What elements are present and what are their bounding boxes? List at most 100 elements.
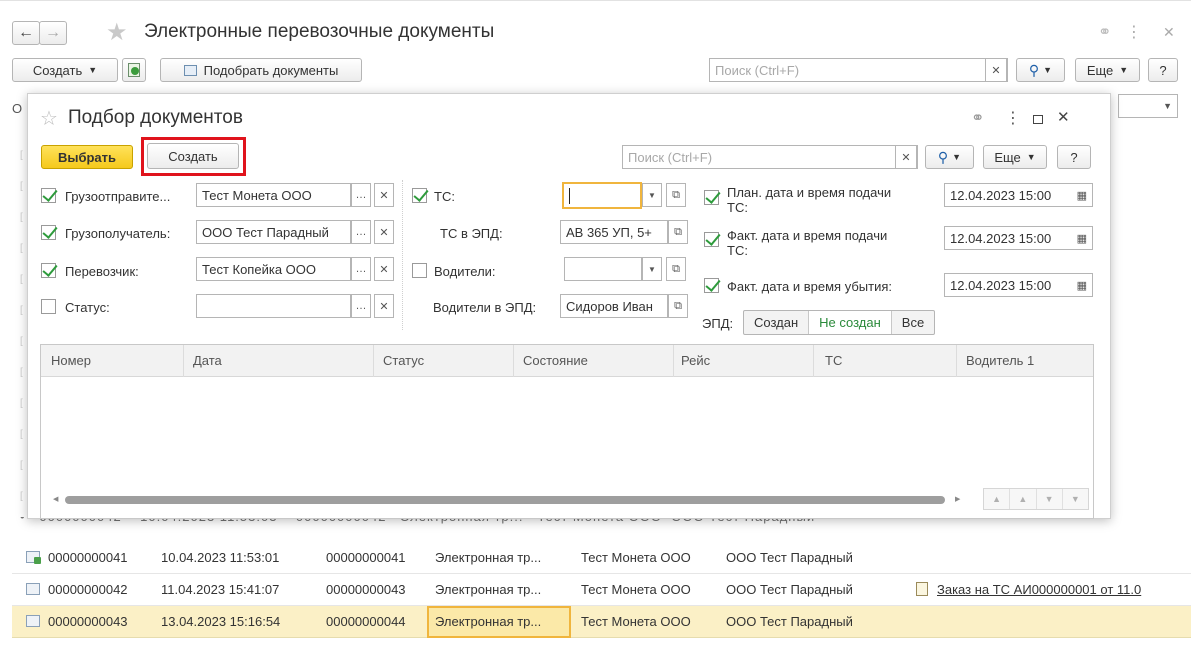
carrier-select-button[interactable]: …: [351, 257, 371, 281]
depart-date-checkbox[interactable]: [704, 278, 719, 293]
nav-down-icon[interactable]: ▼: [1037, 489, 1063, 509]
dialog-search-clear-button[interactable]: ✕: [895, 145, 917, 169]
carrier-checkbox[interactable]: [41, 263, 56, 278]
calendar-icon[interactable]: ▦: [1077, 232, 1087, 245]
shipper-clear-button[interactable]: ✕: [374, 183, 394, 207]
documents-table[interactable]: Номер Дата Статус Состояние Рейс ТС Води…: [40, 344, 1094, 519]
main-help-button[interactable]: ?: [1148, 58, 1178, 82]
depart-date-field[interactable]: 12.04.2023 15:00 ▦: [944, 273, 1093, 297]
epd-option-created[interactable]: Создан: [744, 311, 810, 334]
dialog-help-button[interactable]: ?: [1057, 145, 1091, 169]
shipper-field[interactable]: Тест Монета ООО: [196, 183, 351, 207]
consignee-label: Грузополучатель:: [65, 226, 171, 241]
horizontal-scrollbar-thumb[interactable]: [65, 496, 945, 504]
consignee-select-button[interactable]: …: [351, 220, 371, 244]
open-window-icon: ⧉: [672, 188, 680, 201]
plan-date-checkbox[interactable]: [704, 190, 719, 205]
scroll-left-arrow[interactable]: ◀: [53, 495, 58, 503]
partial-select[interactable]: ▼: [1118, 94, 1178, 118]
consignee-clear-button[interactable]: ✕: [374, 220, 394, 244]
dialog-create-button[interactable]: Создать: [147, 143, 239, 169]
ts-epd-field[interactable]: АВ 365 УП, 5+: [560, 220, 668, 244]
nav-first-icon[interactable]: ▲: [984, 489, 1011, 509]
main-more-button[interactable]: Еще ▼: [1075, 58, 1140, 82]
drivers-epd-field[interactable]: Сидоров Иван: [560, 294, 668, 318]
drivers-open-button[interactable]: ⧉: [666, 257, 686, 281]
table-row[interactable]: 00000000042 11.04.2023 15:41:07 00000000…: [12, 574, 1191, 606]
scroll-right-arrow[interactable]: ▶: [955, 495, 960, 503]
column-trip[interactable]: Рейс: [681, 353, 710, 368]
ts-open-button[interactable]: ⧉: [666, 183, 686, 207]
epd-option-all[interactable]: Все: [892, 311, 934, 334]
chevron-down-icon: ▼: [648, 190, 656, 200]
carrier-field[interactable]: Тест Копейка ООО: [196, 257, 351, 281]
drivers-checkbox[interactable]: [412, 263, 427, 278]
nav-last-icon[interactable]: ▼: [1063, 489, 1088, 509]
calendar-icon[interactable]: ▦: [1077, 189, 1087, 202]
epd-label: ЭПД:: [702, 316, 734, 331]
dialog-search-input[interactable]: Поиск (Ctrl+F): [622, 145, 918, 169]
drivers-field[interactable]: [564, 257, 642, 281]
column-date[interactable]: Дата: [193, 353, 222, 368]
status-checkbox[interactable]: [41, 299, 56, 314]
table-row[interactable]: 00000000041 10.04.2023 11:53:01 00000000…: [12, 542, 1191, 574]
status-field[interactable]: [196, 294, 351, 318]
more-vert-icon[interactable]: ⋮: [1126, 22, 1142, 42]
status-clear-button[interactable]: ✕: [374, 294, 394, 318]
window-title: Электронные перевозочные документы: [144, 21, 495, 42]
drivers-epd-label: Водители в ЭПД:: [433, 300, 537, 315]
column-status[interactable]: Статус: [383, 353, 424, 368]
doc-row-mark-icon: [34, 557, 41, 564]
nav-up-icon[interactable]: ▲: [1010, 489, 1037, 509]
back-button[interactable]: ←: [12, 21, 40, 45]
plan-date-label: План. дата и время подачи: [727, 185, 892, 200]
drivers-epd-open-button[interactable]: ⧉: [668, 294, 688, 318]
fact-date-checkbox[interactable]: [704, 232, 719, 247]
carrier-clear-button[interactable]: ✕: [374, 257, 394, 281]
text-cursor: [569, 187, 570, 204]
ts-epd-open-button[interactable]: ⧉: [668, 220, 688, 244]
drivers-dropdown-button[interactable]: ▼: [642, 257, 662, 281]
calendar-icon[interactable]: ▦: [1077, 279, 1087, 292]
doc-row-icon: [26, 583, 40, 595]
dialog-search-button[interactable]: ⚲ ▼: [925, 145, 974, 169]
main-search-clear-button[interactable]: ✕: [985, 58, 1007, 82]
main-search-input[interactable]: Поиск (Ctrl+F): [709, 58, 1008, 82]
shipper-select-button[interactable]: …: [351, 183, 371, 207]
favorite-star-icon[interactable]: ★: [106, 18, 128, 47]
column-ts[interactable]: ТС: [825, 353, 842, 368]
column-number[interactable]: Номер: [51, 353, 91, 368]
close-icon[interactable]: ✕: [1163, 24, 1175, 41]
column-state[interactable]: Состояние: [523, 353, 588, 368]
forward-button[interactable]: →: [39, 21, 67, 45]
consignee-checkbox[interactable]: [41, 225, 56, 240]
main-search-button[interactable]: ⚲ ▼: [1016, 58, 1065, 82]
pick-documents-button[interactable]: Подобрать документы: [160, 58, 362, 82]
add-document-button[interactable]: [122, 58, 146, 82]
open-window-icon: ⧉: [674, 225, 682, 238]
arrow-left-icon: ←: [18, 24, 34, 41]
table-row-selected[interactable]: 00000000043 13.04.2023 15:16:54 00000000…: [12, 606, 1191, 638]
shipper-checkbox[interactable]: [41, 188, 56, 203]
dialog-maximize-icon[interactable]: [1033, 115, 1043, 124]
dialog-more-button[interactable]: Еще ▼: [983, 145, 1047, 169]
order-link[interactable]: Заказ на ТС АИ000000001 от 11.0: [937, 582, 1191, 597]
dialog-more-vert-icon[interactable]: ⋮: [1005, 108, 1021, 128]
dialog-link-icon[interactable]: ⚭: [971, 108, 984, 128]
top-divider: [0, 0, 1191, 1]
status-select-button[interactable]: …: [351, 294, 371, 318]
fact-date-field[interactable]: 12.04.2023 15:00 ▦: [944, 226, 1093, 250]
select-button[interactable]: Выбрать: [41, 145, 133, 169]
ts-field[interactable]: [562, 182, 642, 209]
doc-row-icon: [26, 615, 40, 627]
epd-option-not-created[interactable]: Не создан: [809, 311, 892, 334]
column-driver[interactable]: Водитель 1: [966, 353, 1034, 368]
plan-date-field[interactable]: 12.04.2023 15:00 ▦: [944, 183, 1093, 207]
dialog-close-icon[interactable]: ✕: [1057, 108, 1070, 126]
ts-dropdown-button[interactable]: ▼: [642, 183, 662, 207]
consignee-field[interactable]: ООО Тест Парадный: [196, 220, 351, 244]
ts-checkbox[interactable]: [412, 188, 427, 203]
dialog-star-icon[interactable]: ☆: [40, 106, 58, 131]
create-dropdown-button[interactable]: Создать ▼: [12, 58, 118, 82]
link-icon[interactable]: ⚭: [1098, 22, 1111, 42]
